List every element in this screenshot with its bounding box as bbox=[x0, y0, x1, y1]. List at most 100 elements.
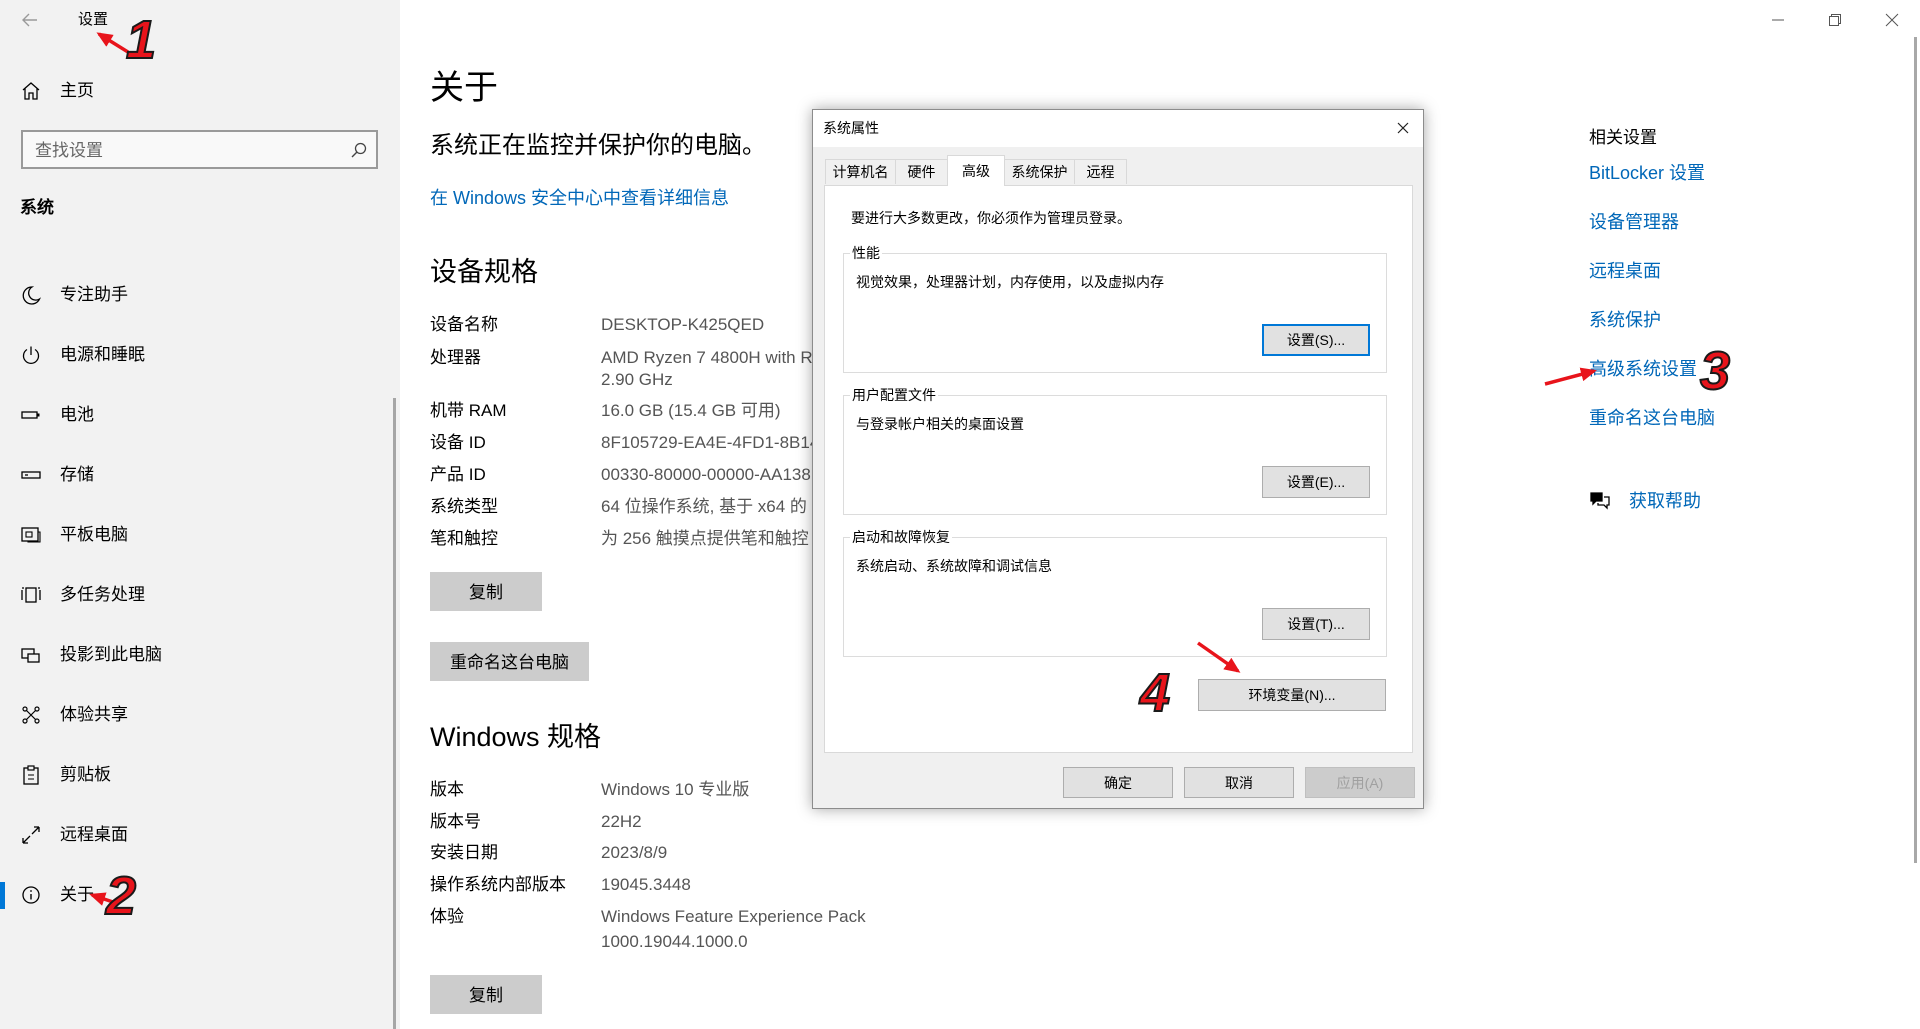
copy-device-specs-button[interactable]: 复制 bbox=[430, 572, 542, 611]
restore-icon[interactable] bbox=[1827, 12, 1843, 28]
sidebar-item-storage[interactable]: 存储 bbox=[0, 455, 400, 495]
sidebar-item-multitasking[interactable]: 多任务处理 bbox=[0, 575, 400, 615]
system-properties-dialog: 系统属性 计算机名 硬件 高级 系统保护 远程 要进行大多数更改，你必须作为管理… bbox=[812, 109, 1424, 809]
spec-value: 00330-80000-00000-AA138 bbox=[601, 465, 811, 484]
help-chat-icon[interactable] bbox=[1589, 490, 1611, 512]
group-title: 用户配置文件 bbox=[850, 386, 938, 404]
spec-label: 设备名称 bbox=[430, 315, 498, 334]
tab-system-protection[interactable]: 系统保护 bbox=[1004, 159, 1075, 184]
spec-value-line2: 2.90 GHz bbox=[601, 370, 673, 389]
copy-windows-specs-button[interactable]: 复制 bbox=[430, 975, 542, 1014]
spec-value: 8F105729-EA4E-4FD1-8B14- bbox=[601, 433, 825, 452]
ok-button[interactable]: 确定 bbox=[1063, 767, 1173, 798]
group-title: 启动和故障恢复 bbox=[850, 528, 952, 546]
remote-desktop-link[interactable]: 远程桌面 bbox=[1589, 259, 1661, 283]
battery-icon bbox=[20, 404, 42, 426]
sidebar-item-label: 远程桌面 bbox=[60, 825, 128, 844]
sidebar-section-title: 系统 bbox=[20, 198, 54, 217]
multitasking-icon bbox=[20, 584, 42, 606]
advanced-tab-panel: 要进行大多数更改，你必须作为管理员登录。 性能 视觉效果，处理器计划，内存使用，… bbox=[824, 185, 1413, 753]
sidebar-home-label: 主页 bbox=[60, 81, 94, 100]
sidebar-item-shared-experiences[interactable]: 体验共享 bbox=[0, 695, 400, 735]
sidebar-item-label: 关于 bbox=[60, 885, 94, 904]
sidebar-item-about[interactable]: 关于 bbox=[0, 875, 400, 915]
environment-variables-button[interactable]: 环境变量(N)... bbox=[1198, 679, 1386, 711]
dialog-title: 系统属性 bbox=[823, 120, 879, 136]
annotation-arrow-3 bbox=[1544, 367, 1597, 386]
clipboard-icon bbox=[20, 764, 42, 786]
tab-computer-name[interactable]: 计算机名 bbox=[825, 159, 896, 184]
search-icon[interactable] bbox=[350, 141, 368, 159]
search-input[interactable] bbox=[33, 132, 337, 169]
sidebar-item-label: 体验共享 bbox=[60, 705, 128, 724]
tab-remote[interactable]: 远程 bbox=[1074, 159, 1127, 184]
spec-value: 2023/8/9 bbox=[601, 843, 668, 862]
spec-value: AMD Ryzen 7 4800H with R bbox=[601, 348, 813, 367]
apply-button: 应用(A) bbox=[1305, 767, 1415, 798]
spec-label: 系统类型 bbox=[430, 497, 498, 516]
spec-label: 笔和触控 bbox=[430, 529, 498, 548]
storage-icon bbox=[20, 464, 42, 486]
search-box[interactable] bbox=[21, 130, 378, 169]
page-title: 关于 bbox=[430, 69, 498, 107]
sidebar-item-tablet[interactable]: 平板电脑 bbox=[0, 515, 400, 555]
sidebar-item-projecting[interactable]: 投影到此电脑 bbox=[0, 635, 400, 675]
spec-label: 操作系统内部版本 bbox=[430, 875, 566, 894]
sidebar-item-label: 专注助手 bbox=[60, 285, 128, 304]
dialog-titlebar[interactable]: 系统属性 bbox=[813, 110, 1423, 147]
user-profiles-settings-button[interactable]: 设置(E)... bbox=[1262, 466, 1370, 498]
spec-value-line2: 1000.19044.1000.0 bbox=[601, 932, 748, 951]
spec-label: 体验 bbox=[430, 907, 464, 926]
home-icon bbox=[20, 80, 42, 102]
spec-label: 版本 bbox=[430, 780, 464, 799]
group-description: 与登录帐户相关的桌面设置 bbox=[856, 416, 1024, 432]
close-icon[interactable] bbox=[1884, 12, 1900, 28]
selected-indicator bbox=[0, 882, 5, 909]
minimize-icon[interactable] bbox=[1770, 12, 1786, 28]
spec-value: 19045.3448 bbox=[601, 875, 691, 894]
get-help-link[interactable]: 获取帮助 bbox=[1629, 489, 1701, 513]
protection-status-text: 系统正在监控并保护你的电脑。 bbox=[430, 132, 766, 159]
info-icon bbox=[20, 884, 42, 906]
back-arrow-icon[interactable] bbox=[18, 8, 42, 32]
startup-recovery-settings-button[interactable]: 设置(T)... bbox=[1262, 608, 1370, 640]
projecting-icon bbox=[20, 644, 42, 666]
device-specs-heading: 设备规格 bbox=[430, 257, 538, 287]
spec-label: 机带 RAM bbox=[430, 401, 507, 420]
sidebar-item-focus-assist[interactable]: 专注助手 bbox=[0, 275, 400, 315]
performance-group: 性能 视觉效果，处理器计划，内存使用，以及虚拟内存 设置(S)... bbox=[843, 244, 1387, 373]
annotation-step-3: 3 bbox=[1699, 341, 1731, 401]
startup-recovery-group: 启动和故障恢复 系统启动、系统故障和调试信息 设置(T)... bbox=[843, 528, 1387, 657]
performance-settings-button[interactable]: 设置(S)... bbox=[1262, 324, 1370, 356]
sidebar-item-label: 剪贴板 bbox=[60, 765, 111, 784]
spec-value: 22H2 bbox=[601, 812, 642, 831]
sidebar-item-home[interactable]: 主页 bbox=[0, 71, 400, 111]
advanced-system-settings-link[interactable]: 高级系统设置 bbox=[1589, 357, 1697, 381]
rename-pc-link[interactable]: 重命名这台电脑 bbox=[1589, 406, 1715, 430]
sidebar-item-power-sleep[interactable]: 电源和睡眠 bbox=[0, 335, 400, 375]
spec-label: 版本号 bbox=[430, 812, 481, 831]
system-protection-link[interactable]: 系统保护 bbox=[1589, 308, 1661, 332]
spec-value: Windows 10 专业版 bbox=[601, 780, 750, 799]
tab-hardware[interactable]: 硬件 bbox=[895, 159, 948, 184]
main-scrollbar[interactable] bbox=[1914, 37, 1917, 863]
related-settings-heading: 相关设置 bbox=[1589, 128, 1657, 147]
group-description: 系统启动、系统故障和调试信息 bbox=[856, 558, 1052, 574]
sidebar-item-battery[interactable]: 电池 bbox=[0, 395, 400, 435]
spec-value: 为 256 触摸点提供笔和触控 bbox=[601, 529, 809, 548]
tab-advanced[interactable]: 高级 bbox=[947, 155, 1005, 186]
device-manager-link[interactable]: 设备管理器 bbox=[1589, 210, 1679, 234]
close-icon[interactable] bbox=[1394, 119, 1412, 137]
annotation-step-2: 2 bbox=[105, 866, 137, 926]
app-title: 设置 bbox=[78, 11, 109, 28]
sidebar-scrollbar[interactable] bbox=[393, 398, 396, 1029]
sidebar-item-remote-desktop[interactable]: 远程桌面 bbox=[0, 815, 400, 855]
spec-label: 产品 ID bbox=[430, 465, 486, 484]
group-title: 性能 bbox=[850, 244, 882, 262]
security-center-link[interactable]: 在 Windows 安全中心中查看详细信息 bbox=[430, 186, 729, 210]
spec-value: Windows Feature Experience Pack bbox=[601, 907, 866, 926]
bitlocker-settings-link[interactable]: BitLocker 设置 bbox=[1589, 161, 1705, 185]
rename-pc-button[interactable]: 重命名这台电脑 bbox=[430, 642, 589, 681]
cancel-button[interactable]: 取消 bbox=[1184, 767, 1294, 798]
sidebar-item-clipboard[interactable]: 剪贴板 bbox=[0, 755, 400, 795]
